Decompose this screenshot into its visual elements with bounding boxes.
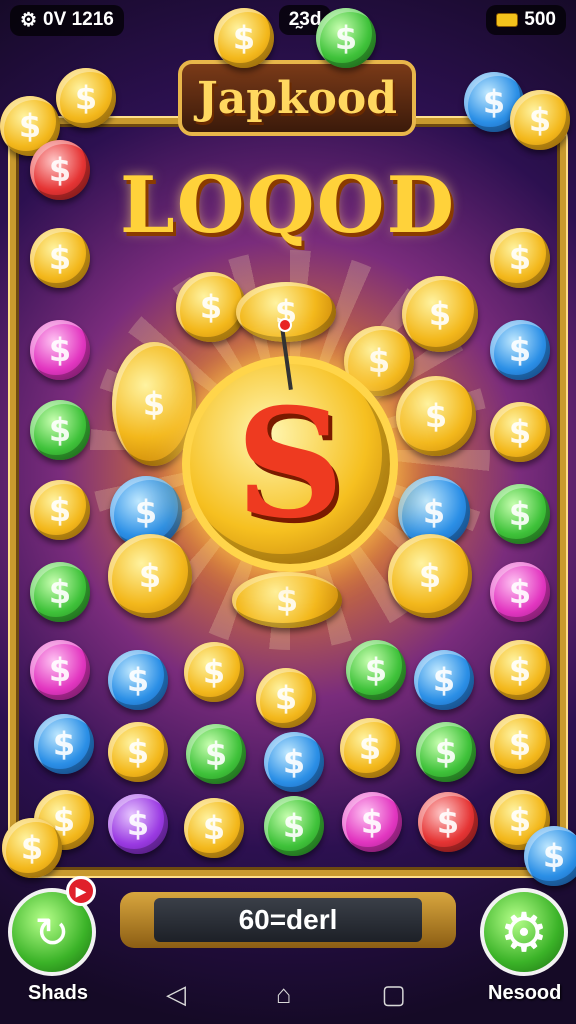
coin-gold[interactable]: $ (30, 228, 90, 288)
recents-square-icon[interactable]: ▢ (381, 979, 406, 1010)
coin-counter-value: 500 (524, 9, 556, 30)
coin-red[interactable]: $ (418, 792, 478, 852)
logo-plaque: Japkood (178, 60, 416, 136)
coin-gold: $ (214, 8, 274, 68)
logo-text: Japkood (196, 72, 398, 124)
coin-gold[interactable]: $ (108, 722, 168, 782)
notification-badge: ▶ (66, 876, 96, 906)
coin-green[interactable]: $ (346, 640, 406, 700)
coin-blue[interactable]: $ (34, 714, 94, 774)
coin-gold[interactable]: $ (396, 376, 476, 456)
play-arrow-icon: ▶ (75, 882, 87, 899)
coin-gold[interactable]: $ (340, 718, 400, 778)
coin-gold[interactable]: $ (184, 798, 244, 858)
back-triangle-icon[interactable]: ◁ (166, 979, 186, 1010)
coin-pink[interactable]: $ (30, 320, 90, 380)
coin-green[interactable]: $ (264, 796, 324, 856)
coin-purple[interactable]: $ (108, 794, 168, 854)
coin-gold[interactable]: $ (402, 276, 478, 352)
coin-blue[interactable]: $ (414, 650, 474, 710)
coin-green: $ (316, 8, 376, 68)
home-icon[interactable]: ⌂ (276, 979, 292, 1010)
score-display: 60=derl (154, 898, 422, 942)
coin-gold[interactable]: $ (490, 402, 550, 462)
coin-gold[interactable]: $ (30, 480, 90, 540)
coin-counter: 500 (486, 5, 566, 35)
coin-green[interactable]: $ (186, 724, 246, 784)
coin-green[interactable]: $ (416, 722, 476, 782)
hook-pin-icon (278, 318, 292, 332)
coin-pink[interactable]: $ (342, 792, 402, 852)
reload-icon: ↻ (34, 908, 70, 956)
coin-blue[interactable]: $ (108, 650, 168, 710)
settings-dot-icon: ⚙ (20, 9, 38, 31)
coin-green[interactable]: $ (30, 562, 90, 622)
status-bar: ⚙ 0V 1216 2̰3d 500 (0, 0, 576, 40)
coin-green[interactable]: $ (490, 484, 550, 544)
coin-red: $ (30, 140, 90, 200)
settings-button[interactable]: ⚙ (480, 888, 568, 976)
gear-icon: ⚙ (499, 902, 549, 963)
coin-gold[interactable]: $ (490, 714, 550, 774)
game-title: LOQOD (119, 160, 457, 251)
coin-stack-icon (496, 13, 519, 27)
system-nav-bar: ◁ ⌂ ▢ (140, 974, 436, 1014)
coin-gold[interactable]: $ (232, 572, 342, 628)
score-panel: 60=derl (120, 892, 456, 948)
coin-blue[interactable]: $ (264, 732, 324, 792)
coin-gold[interactable]: $ (108, 534, 192, 618)
coin-gold: $ (56, 68, 116, 128)
coin-blue[interactable]: $ (490, 320, 550, 380)
coin-pink[interactable]: $ (30, 640, 90, 700)
left-button-label: Shads (28, 982, 89, 1004)
coin-gold: $ (2, 818, 62, 878)
right-button-label: Nesood (488, 982, 562, 1004)
coin-pink[interactable]: $ (490, 562, 550, 622)
coin-green[interactable]: $ (30, 400, 90, 460)
coin-gold[interactable]: $ (256, 668, 316, 728)
jackpot-symbol: S (235, 376, 345, 552)
status-left: ⚙ 0V 1216 (10, 4, 124, 36)
coin-gold[interactable]: $ (184, 642, 244, 702)
coin-gold[interactable]: $ (490, 228, 550, 288)
coin-gold: $ (510, 90, 570, 150)
coin-gold[interactable]: $ (490, 640, 550, 700)
coin-gold[interactable]: $ (236, 282, 336, 342)
coin-gold[interactable]: $ (388, 534, 472, 618)
status-left-text: 0V 1216 (43, 9, 114, 30)
